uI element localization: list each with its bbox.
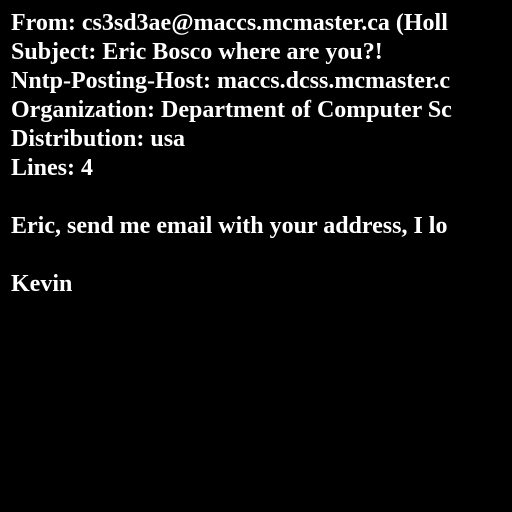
header-distribution: Distribution: usa: [11, 126, 186, 152]
header-lines: Lines: 4: [11, 155, 94, 181]
header-subject: Subject: Eric Bosco where are you?!: [11, 39, 383, 65]
header-nntp-posting-host: Nntp-Posting-Host: maccs.dcss.mcmaster.c: [11, 68, 451, 94]
signature: Kevin: [11, 271, 73, 297]
document-page: From: cs3sd3ae@maccs.mcmaster.ca (Holl S…: [0, 0, 512, 512]
message-text: From: cs3sd3ae@maccs.mcmaster.ca (Holl S…: [11, 9, 512, 299]
body-paragraph: Eric, send me email with your address, I…: [11, 213, 448, 239]
header-organization: Organization: Department of Computer Sc: [11, 97, 452, 123]
header-from: From: cs3sd3ae@maccs.mcmaster.ca (Holl: [11, 10, 448, 36]
